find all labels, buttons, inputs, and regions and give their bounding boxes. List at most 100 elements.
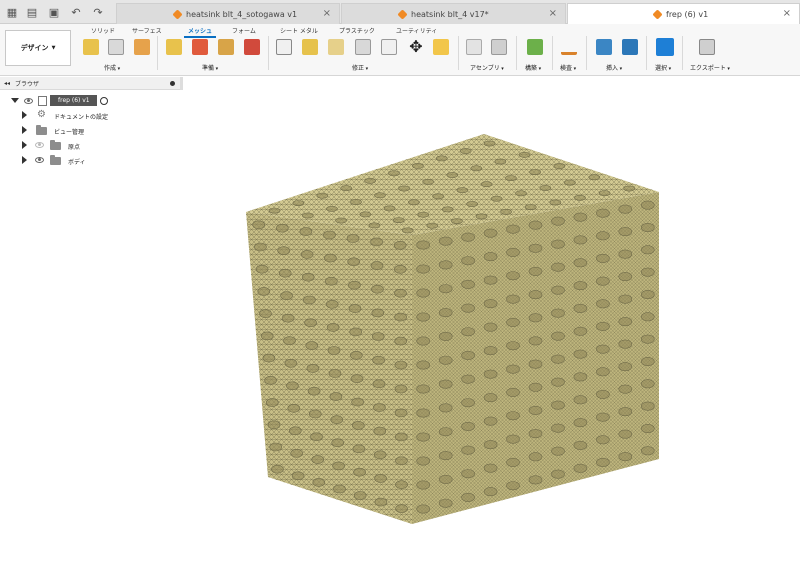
group-modify[interactable]: 修正 [352, 63, 368, 72]
tab-label: heatsink blt_4_sotogawa v1 [186, 9, 298, 19]
visibility-eye-icon[interactable] [35, 157, 44, 163]
canvas-viewport[interactable] [184, 77, 800, 569]
tab-heatsink-v17[interactable]: heatsink blt_4 v17* × [341, 3, 566, 24]
lattice-hole [461, 374, 475, 384]
reduce-icon[interactable] [276, 39, 292, 55]
create-face-group-icon[interactable] [134, 39, 150, 55]
insert-image-icon[interactable] [596, 39, 612, 55]
tree-item-document-settings[interactable]: ⚙ ドキュメントの設定 [0, 108, 183, 122]
file-menu-icon[interactable]: ▤ [24, 4, 40, 20]
tessellate-icon[interactable] [108, 39, 124, 55]
visibility-eye-icon[interactable] [24, 98, 33, 104]
lattice-hole [483, 416, 498, 426]
separate-icon[interactable] [381, 39, 397, 55]
expand-triangle-icon[interactable] [22, 126, 27, 134]
lattice-hole [395, 480, 408, 490]
tab-sheet-metal[interactable]: シート メタル [280, 26, 318, 35]
lattice-mesh-model[interactable] [184, 77, 800, 569]
tab-solid[interactable]: ソリッド [91, 26, 115, 35]
joint-icon[interactable] [491, 39, 507, 55]
lattice-hole [416, 408, 430, 418]
lattice-hole [598, 190, 611, 197]
shell-icon[interactable] [328, 39, 344, 55]
app-grid-icon[interactable]: ▦ [4, 4, 20, 20]
lattice-hole [252, 220, 265, 230]
tree-root[interactable]: frep (6) v1 [0, 94, 183, 108]
canvas-icon[interactable] [622, 39, 638, 55]
new-component-icon[interactable] [466, 39, 482, 55]
construct-plane-icon[interactable] [527, 39, 543, 55]
export-3d-print-icon[interactable] [699, 39, 715, 55]
lattice-hole [395, 456, 408, 466]
lattice-hole [640, 334, 655, 344]
collapse-triangle-icon[interactable] [11, 98, 19, 103]
lattice-hole [416, 480, 430, 490]
group-prepare[interactable]: 準備 [202, 63, 218, 72]
divider [268, 36, 269, 70]
visibility-eye-icon[interactable] [35, 142, 44, 148]
group-inspect[interactable]: 検査 [560, 63, 576, 72]
lattice-hole [416, 384, 430, 394]
lattice-hole [394, 384, 408, 394]
tab-surface[interactable]: サーフェス [132, 26, 162, 35]
redo-icon[interactable]: ↷ [90, 4, 106, 20]
undo-icon[interactable]: ↶ [68, 4, 84, 20]
lattice-hole [329, 392, 343, 401]
close-icon[interactable]: × [549, 8, 557, 19]
lattice-hole [618, 294, 633, 304]
save-icon[interactable]: ▣ [46, 4, 62, 20]
lattice-hole [564, 179, 576, 186]
expand-triangle-icon[interactable] [22, 156, 27, 164]
activate-radio-icon[interactable] [100, 97, 108, 105]
select-cursor-icon[interactable] [656, 38, 674, 56]
tab-utility[interactable]: ユーティリティ [396, 26, 437, 35]
combine-icon[interactable] [302, 39, 318, 55]
lattice-hole [372, 379, 386, 389]
tab-frep[interactable]: frep (6) v1 × [567, 3, 800, 25]
remesh-icon[interactable] [218, 39, 234, 55]
tab-mesh[interactable]: メッシュ [183, 26, 217, 38]
move-icon[interactable]: ✥ [408, 39, 424, 55]
tree-item-named-views[interactable]: ビュー管理 [0, 123, 183, 137]
lattice-hole [300, 250, 314, 259]
panel-resize-handle[interactable] [180, 76, 183, 90]
expand-triangle-icon[interactable] [22, 111, 27, 119]
divider [516, 36, 517, 70]
lattice-hole [348, 280, 361, 290]
group-assemble[interactable]: アセンブリ [470, 63, 504, 72]
lattice-hole [506, 341, 520, 351]
workspace-switcher[interactable]: デザイン ▼ [5, 30, 71, 66]
smooth-icon[interactable] [355, 39, 371, 55]
group-select[interactable]: 選択 [655, 63, 671, 72]
collapse-panel-icon[interactable]: ◂◂ [4, 80, 10, 87]
insert-mesh-icon[interactable] [83, 39, 99, 55]
tab-heatsink-sotogawa[interactable]: heatsink blt_4_sotogawa v1 × [116, 3, 340, 24]
browser-options-icon[interactable] [170, 80, 175, 86]
lattice-hole [618, 429, 633, 439]
group-insert[interactable]: 挿入 [606, 63, 622, 72]
group-export[interactable]: エクスポート [690, 63, 730, 72]
tree-item-bodies[interactable]: ボディ [0, 153, 183, 167]
group-construct[interactable]: 構築 [525, 63, 541, 72]
tab-plastic[interactable]: プラスチック [339, 26, 375, 35]
lattice-hole [283, 336, 296, 346]
lattice-hole [528, 452, 543, 462]
group-create[interactable]: 作成 [104, 63, 120, 72]
lattice-hole [324, 253, 337, 263]
lattice-hole [269, 442, 282, 452]
lattice-hole [277, 246, 290, 255]
measure-icon[interactable] [561, 39, 577, 55]
repair-icon[interactable] [192, 39, 208, 55]
generate-face-groups-icon[interactable] [166, 39, 182, 55]
close-icon[interactable]: × [323, 8, 331, 19]
scale-icon[interactable] [433, 39, 449, 55]
plane-cut-icon[interactable] [244, 39, 260, 55]
tab-form[interactable]: フォーム [232, 26, 256, 35]
tree-item-label: 原点 [68, 144, 81, 151]
lattice-hole [573, 349, 588, 359]
lattice-hole [596, 321, 610, 331]
tree-item-origin[interactable]: 原点 [0, 138, 183, 152]
close-icon[interactable]: × [783, 8, 791, 19]
expand-triangle-icon[interactable] [22, 141, 27, 149]
lattice-hole [475, 213, 488, 220]
